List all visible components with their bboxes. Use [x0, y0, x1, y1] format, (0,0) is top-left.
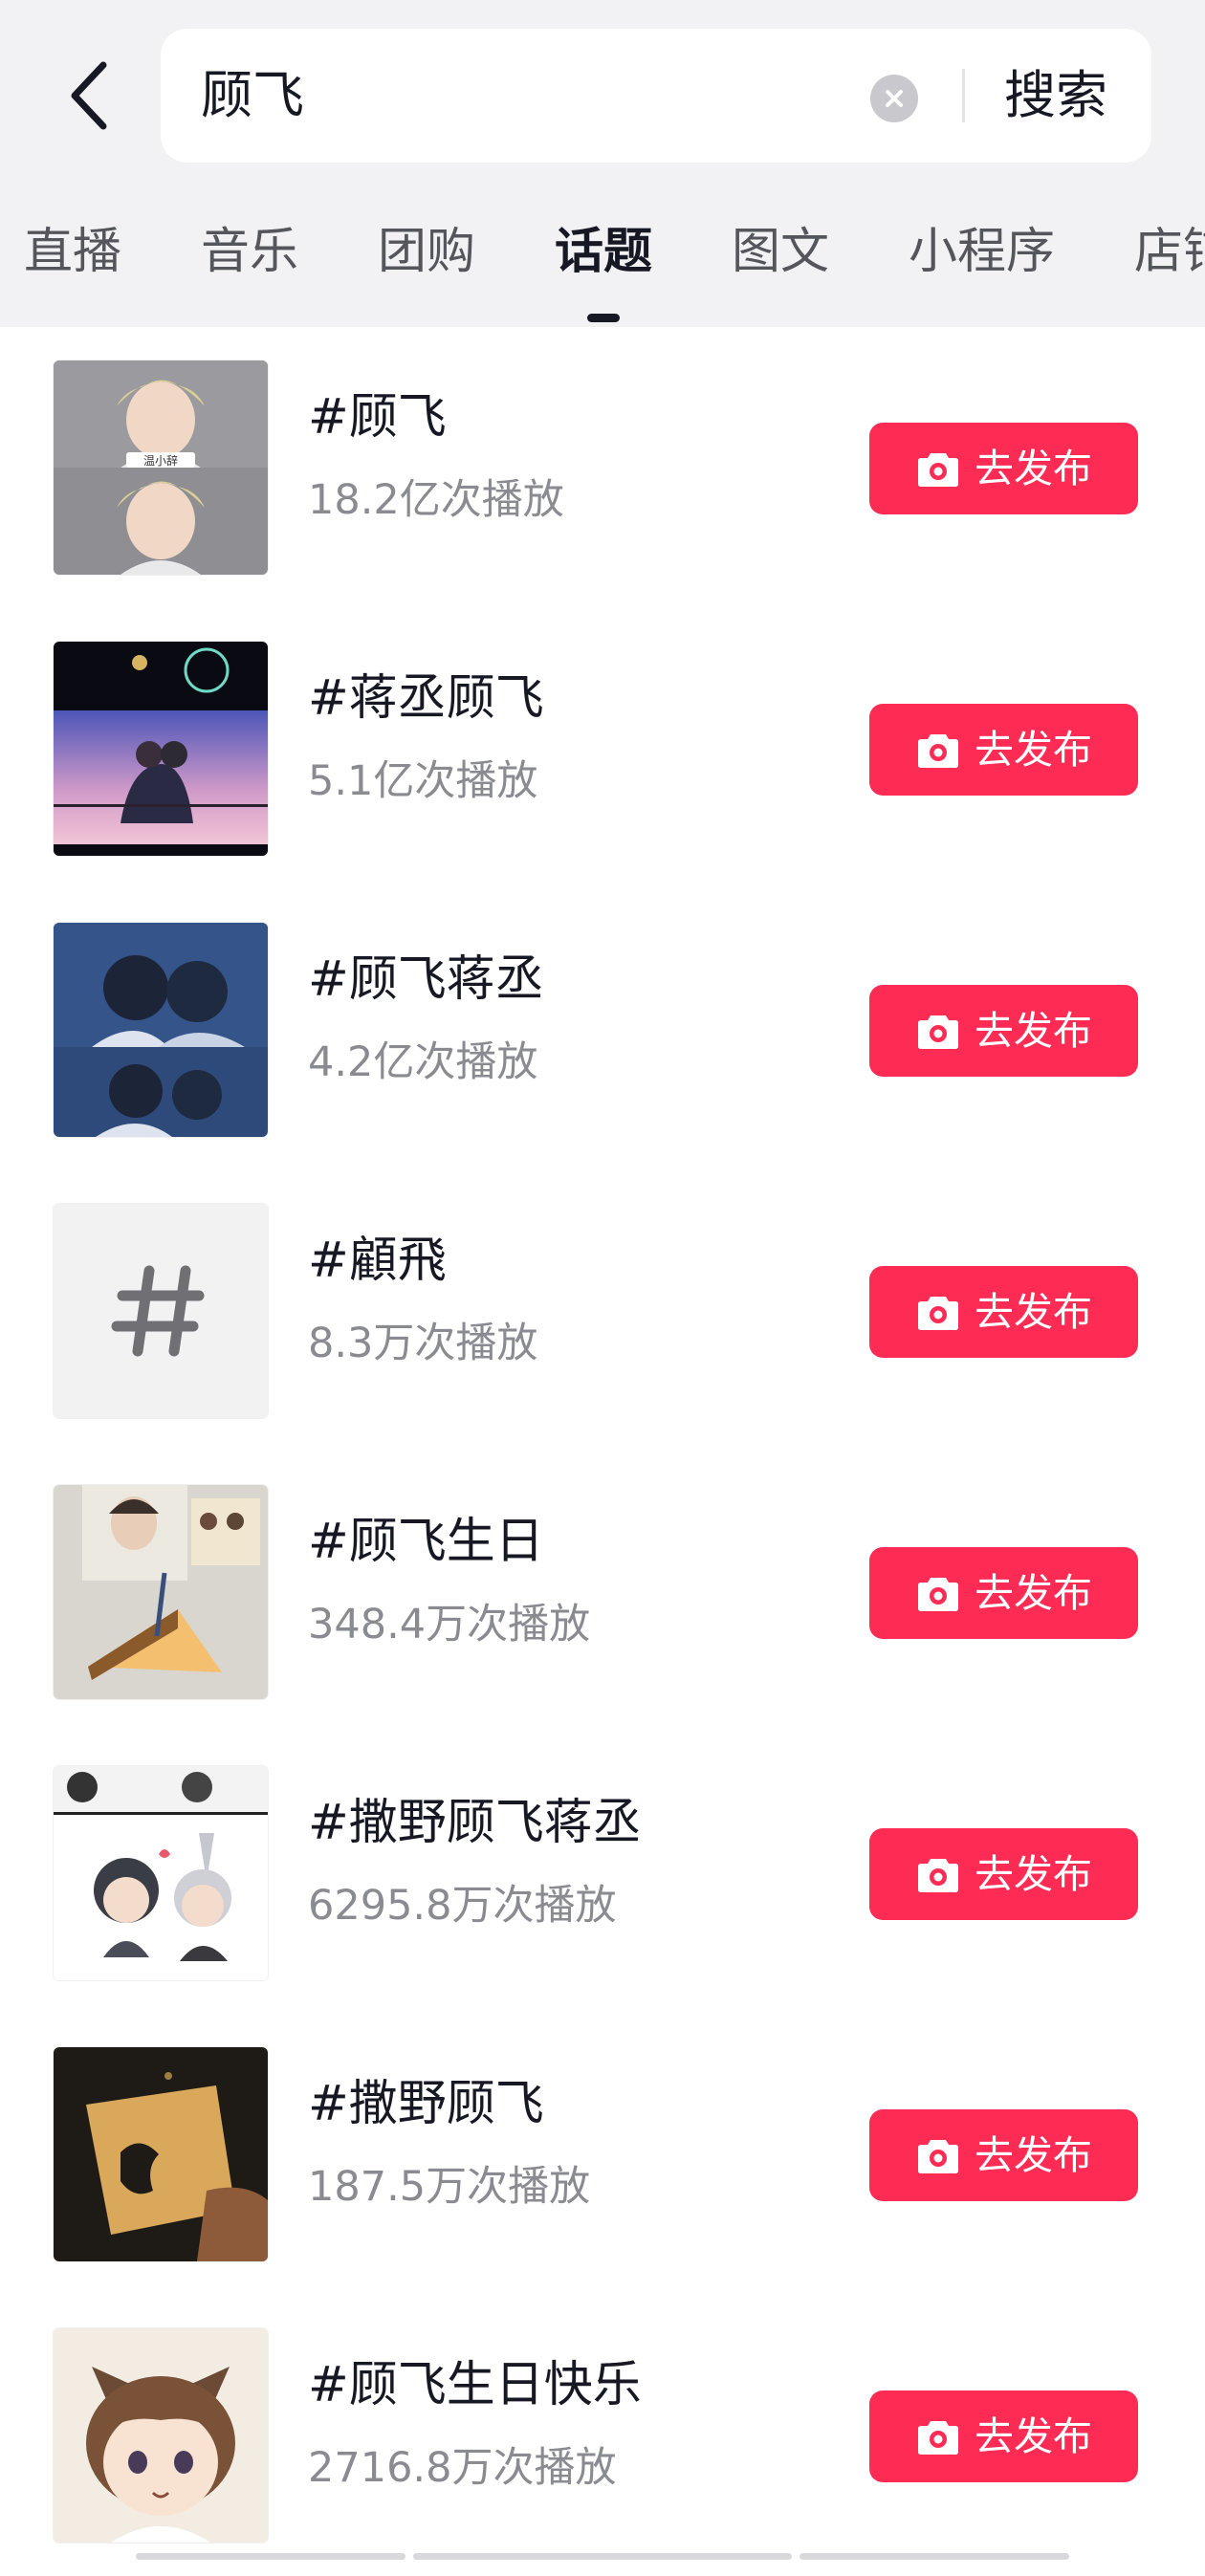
camera-icon: [915, 1570, 961, 1616]
tab-music[interactable]: 音乐: [201, 218, 298, 287]
publish-label: 去发布: [975, 2132, 1092, 2178]
publish-button[interactable]: 去发布: [869, 704, 1138, 796]
clear-search-button[interactable]: [870, 75, 918, 122]
topic-play-count: 6295.8万次播放: [308, 1882, 617, 1930]
publish-label: 去发布: [975, 1570, 1092, 1616]
topic-title: #顾飞: [308, 389, 447, 446]
publish-label: 去发布: [975, 1289, 1092, 1335]
topic-play-count: 8.3万次播放: [308, 1320, 538, 1367]
camera-icon: [915, 1008, 961, 1054]
topic-title: #撒野顾飞蒋丞: [308, 1795, 642, 1851]
scroll-indicator-segment: [413, 2553, 792, 2560]
topic-title: #顾飞生日快乐: [308, 2357, 642, 2413]
topic-play-count: 348.4万次播放: [308, 1601, 591, 1648]
tab-shop[interactable]: 店铺: [1134, 218, 1205, 287]
tab-group-buy[interactable]: 团购: [378, 218, 475, 287]
publish-label: 去发布: [975, 446, 1092, 491]
chevron-left-icon: [71, 61, 107, 130]
publish-label: 去发布: [975, 1851, 1092, 1897]
camera-icon: [915, 727, 961, 773]
topic-row[interactable]: #顾飞生日 348.4万次播放 去发布: [0, 1452, 1205, 1733]
topic-title: #撒野顾飞: [308, 2076, 544, 2132]
publish-button[interactable]: 去发布: [869, 985, 1138, 1077]
tab-mini-program[interactable]: 小程序: [909, 218, 1055, 287]
topic-row[interactable]: #顾飞蒋丞 4.2亿次播放 去发布: [0, 889, 1205, 1170]
top-bar: 搜索 直播 音乐 团购 话题 图文 小程序 店铺: [0, 0, 1205, 327]
tab-image-text[interactable]: 图文: [732, 218, 829, 287]
topic-thumbnail: [54, 1485, 268, 1699]
camera-icon: [915, 2413, 961, 2459]
publish-label: 去发布: [975, 2413, 1092, 2459]
search-input[interactable]: [201, 63, 966, 128]
topic-thumbnail: [54, 1766, 268, 1980]
topic-title: #蒋丞顾飞: [308, 670, 544, 727]
search-divider: [962, 69, 965, 122]
publish-label: 去发布: [975, 1008, 1092, 1054]
category-tabs: 直播 音乐 团购 话题 图文 小程序 店铺: [0, 203, 1205, 327]
topic-play-count: 2716.8万次播放: [308, 2444, 617, 2492]
publish-label: 去发布: [975, 727, 1092, 773]
topic-thumbnail: [54, 1204, 268, 1418]
topic-play-count: 18.2亿次播放: [308, 476, 564, 524]
camera-icon: [915, 2132, 961, 2178]
tab-topics[interactable]: 话题: [555, 218, 652, 287]
search-bar: 搜索: [161, 29, 1151, 163]
topic-play-count: 5.1亿次播放: [308, 757, 538, 805]
topic-thumbnail: 温小辞: [54, 360, 268, 575]
topic-row[interactable]: 温小辞 #顾飞 18.2亿次播放 去发布: [0, 327, 1205, 608]
scroll-indicator-segment: [800, 2553, 1069, 2560]
publish-button[interactable]: 去发布: [869, 1547, 1138, 1639]
topic-row[interactable]: #顧飛 8.3万次播放 去发布: [0, 1170, 1205, 1452]
topic-row[interactable]: #撒野顾飞 187.5万次播放 去发布: [0, 2014, 1205, 2295]
svg-text:温小辞: 温小辞: [143, 453, 178, 468]
topic-play-count: 187.5万次播放: [308, 2163, 591, 2211]
tab-live[interactable]: 直播: [24, 218, 121, 287]
camera-icon: [915, 446, 961, 491]
topic-thumbnail: [54, 923, 268, 1137]
close-icon: [886, 90, 903, 107]
publish-button[interactable]: 去发布: [869, 1266, 1138, 1358]
topic-thumbnail: [54, 2328, 268, 2543]
topic-title: #顾飞蒋丞: [308, 951, 544, 1008]
topic-title: #顾飞生日: [308, 1514, 544, 1570]
back-button[interactable]: [55, 55, 122, 136]
publish-button[interactable]: 去发布: [869, 2109, 1138, 2201]
publish-button[interactable]: 去发布: [869, 423, 1138, 514]
scroll-indicator-segment: [136, 2553, 405, 2560]
publish-button[interactable]: 去发布: [869, 2390, 1138, 2482]
topic-title: #顧飛: [308, 1233, 447, 1289]
search-submit-button[interactable]: 搜索: [1004, 57, 1107, 134]
publish-button[interactable]: 去发布: [869, 1828, 1138, 1920]
active-tab-indicator: [587, 314, 620, 322]
camera-icon: [915, 1289, 961, 1335]
topic-play-count: 4.2亿次播放: [308, 1038, 538, 1086]
topic-row[interactable]: #撒野顾飞蒋丞 6295.8万次播放 去发布: [0, 1733, 1205, 2014]
topic-row[interactable]: #顾飞生日快乐 2716.8万次播放 去发布: [0, 2295, 1205, 2576]
topic-thumbnail: [54, 2047, 268, 2261]
topic-thumbnail: [54, 642, 268, 856]
camera-icon: [915, 1851, 961, 1897]
topic-row[interactable]: #蒋丞顾飞 5.1亿次播放 去发布: [0, 608, 1205, 889]
